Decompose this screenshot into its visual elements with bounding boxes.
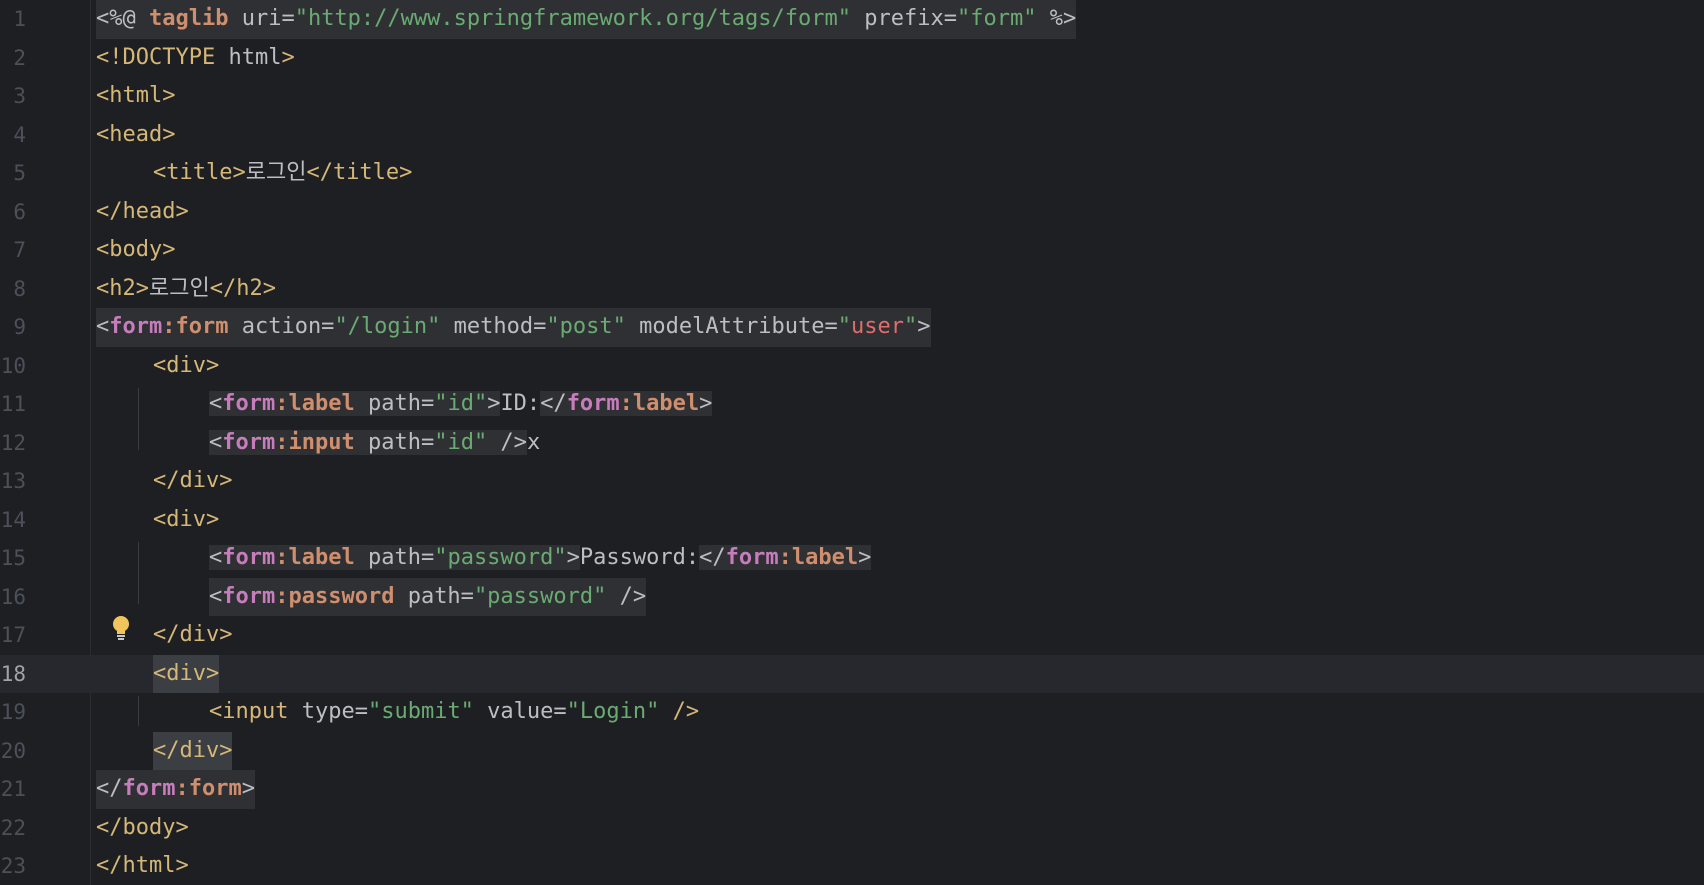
code-line[interactable]: 15 <form:label path="password">Password:…	[0, 539, 1704, 578]
line-number: 9	[13, 315, 26, 339]
code-line[interactable]: 20 </div>	[0, 731, 1704, 770]
line-code[interactable]: <form:label path="password">Password:</f…	[209, 539, 872, 578]
code-line[interactable]: 12 <form:input path="id" />x	[0, 424, 1704, 463]
line-number: 20	[0, 738, 26, 763]
line-number: 21	[0, 777, 26, 801]
line-code[interactable]: <form:password path="password" />	[209, 577, 647, 616]
line-number: 14	[0, 507, 26, 532]
line-code[interactable]: </head>	[96, 193, 189, 232]
line-number: 16	[0, 584, 26, 609]
line-code[interactable]: <form:input path="id" />x	[209, 424, 540, 463]
code-editor[interactable]: 1 <%@ taglib uri="http://www.springframe…	[0, 0, 1704, 885]
line-code[interactable]: <h2>로그인</h2>	[96, 270, 276, 309]
code-line[interactable]: 13 </div>	[0, 462, 1704, 501]
line-number: 19	[0, 700, 26, 724]
line-number: 1	[13, 7, 26, 31]
code-line[interactable]: 17 </div>	[0, 616, 1704, 655]
code-line[interactable]: 4 <head>	[0, 116, 1704, 155]
code-line[interactable]: 6 </head>	[0, 193, 1704, 232]
line-number: 7	[13, 238, 26, 262]
line-number: 12	[0, 430, 26, 455]
code-line[interactable]: 11 <form:label path="id">ID:</form:label…	[0, 385, 1704, 424]
line-code[interactable]: <title>로그인</title>	[153, 154, 412, 193]
line-code[interactable]: <%@ taglib uri="http://www.springframewo…	[96, 0, 1077, 39]
line-number: 2	[13, 45, 26, 70]
line-number: 8	[13, 276, 26, 301]
code-line-current[interactable]: 18 <div>	[0, 654, 1704, 693]
line-code[interactable]: <body>	[96, 231, 175, 270]
code-line[interactable]: 16 <form:password path="password" />	[0, 577, 1704, 616]
code-line[interactable]: 9 <form:form action="/login" method="pos…	[0, 308, 1704, 347]
code-line[interactable]: 19 <input type="submit" value="Login" />	[0, 693, 1704, 732]
line-code[interactable]: <div>	[153, 654, 220, 693]
line-code[interactable]: </body>	[96, 809, 189, 848]
code-line[interactable]: 22 </body>	[0, 809, 1704, 848]
code-line[interactable]: 8 <h2>로그인</h2>	[0, 270, 1704, 309]
code-line[interactable]: 5 <title>로그인</title>	[0, 154, 1704, 193]
code-line[interactable]: 7 <body>	[0, 231, 1704, 270]
line-number: 10	[0, 353, 26, 378]
code-line[interactable]: 2 <!DOCTYPE html>	[0, 39, 1704, 78]
line-number: 23	[0, 854, 26, 878]
line-number: 17	[0, 623, 26, 647]
code-line[interactable]: 23 </html>	[0, 847, 1704, 885]
line-number: 18	[0, 661, 26, 686]
line-number: 22	[0, 815, 26, 840]
code-line[interactable]: 10 <div>	[0, 347, 1704, 386]
line-code[interactable]: <html>	[96, 77, 175, 116]
line-code[interactable]: <!DOCTYPE html>	[96, 39, 295, 78]
code-line[interactable]: 3 <html>	[0, 77, 1704, 116]
line-code[interactable]: </form:form>	[96, 770, 255, 809]
line-number: 4	[13, 122, 26, 147]
line-code[interactable]: </div>	[153, 462, 232, 501]
code-line[interactable]: 1 <%@ taglib uri="http://www.springframe…	[0, 0, 1704, 39]
code-line[interactable]: 21 </form:form>	[0, 770, 1704, 809]
line-code[interactable]: <head>	[96, 116, 175, 155]
line-code[interactable]: <div>	[153, 347, 219, 386]
line-code[interactable]: <div>	[153, 501, 219, 540]
line-code[interactable]: <form:label path="id">ID:</form:label>	[209, 385, 713, 424]
line-code[interactable]: </div>	[153, 731, 233, 770]
line-number: 11	[0, 392, 26, 416]
code-line[interactable]: 14 <div>	[0, 501, 1704, 540]
line-number: 5	[13, 161, 26, 185]
line-number: 6	[13, 199, 26, 224]
line-code[interactable]: <form:form action="/login" method="post"…	[96, 308, 931, 347]
line-number: 13	[0, 469, 26, 493]
line-code[interactable]: </html>	[96, 847, 189, 885]
line-code[interactable]: <input type="submit" value="Login" />	[209, 693, 699, 732]
line-number: 15	[0, 546, 26, 570]
lightbulb-icon[interactable]	[111, 614, 131, 644]
line-number: 3	[13, 84, 26, 108]
line-code[interactable]: </div>	[153, 616, 232, 655]
